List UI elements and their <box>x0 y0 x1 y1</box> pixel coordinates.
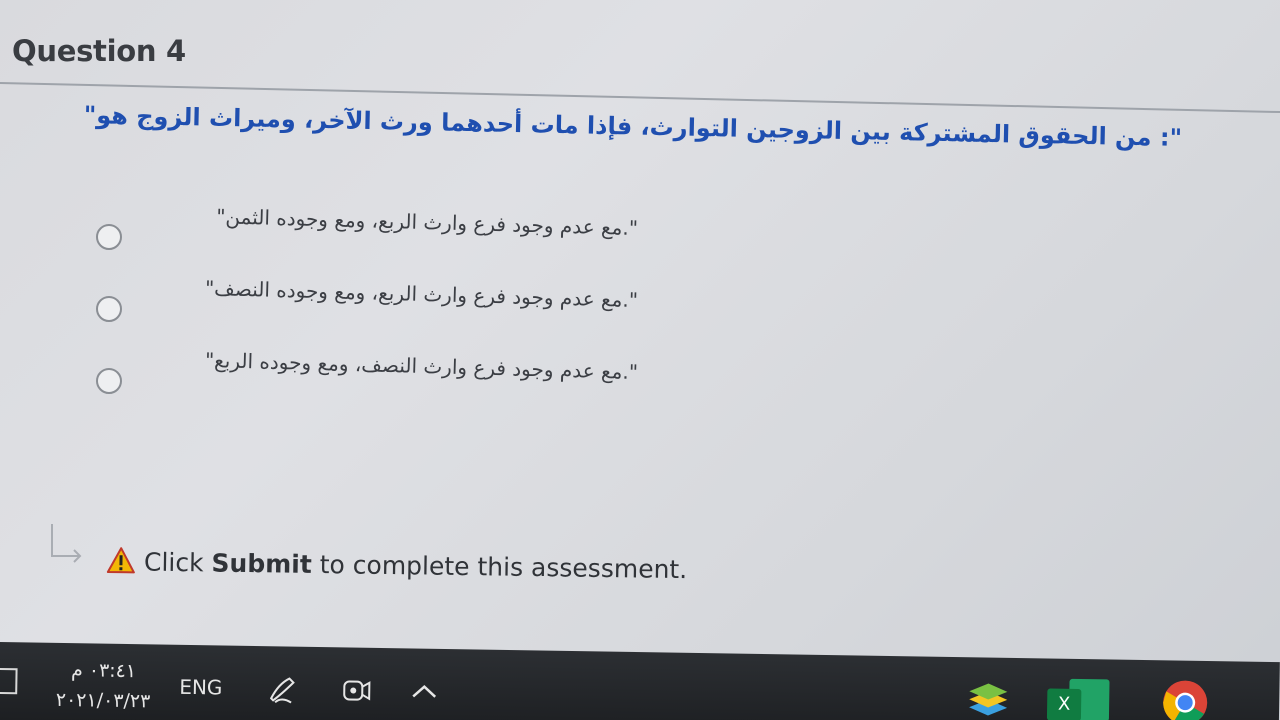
answer-option-2[interactable]: ".مع عدم وجود فرع وارث الربع، ومع وجوده … <box>96 276 656 324</box>
answer-option-3[interactable]: ".مع عدم وجود فرع وارث النصف، ومع وجوده … <box>96 348 656 396</box>
answer-option-1[interactable]: ".مع عدم وجود فرع وارث الربع، ومع وجوده … <box>96 204 656 252</box>
warning-icon <box>106 547 135 574</box>
radio-button[interactable] <box>96 368 122 394</box>
hint-arrow-icon <box>51 524 82 563</box>
excel-icon[interactable]: X <box>1046 678 1112 720</box>
radio-button[interactable] <box>96 224 122 250</box>
notice-prefix: Click <box>143 547 212 578</box>
submit-text: Submit <box>211 548 312 579</box>
taskbar: ٠٣:٤١ م ٢٠٢١/٠٣/٢٣ ENG X <box>0 642 1280 720</box>
answer-option-label: ".مع عدم وجود فرع وارث النصف، ومع وجوده … <box>204 347 639 384</box>
submit-notice: Click Submit to complete this assessment… <box>106 546 688 584</box>
meet-now-icon[interactable] <box>339 673 374 708</box>
square-icon[interactable] <box>0 667 18 695</box>
system-clock[interactable]: ٠٣:٤١ م ٢٠٢١/٠٣/٢٣ <box>43 655 164 717</box>
bluestacks-icon[interactable] <box>965 679 1012 720</box>
excel-letter: X <box>1046 688 1082 720</box>
chrome-icon[interactable] <box>1161 678 1210 720</box>
clock-time: ٠٣:٤١ م <box>70 659 137 683</box>
language-indicator[interactable]: ENG <box>179 675 222 700</box>
answer-option-label: ".مع عدم وجود فرع وارث الربع، ومع وجوده … <box>204 275 639 312</box>
question-title: Question 4 <box>12 34 186 68</box>
radio-button[interactable] <box>96 296 122 322</box>
clock-date: ٢٠٢١/٠٣/٢٣ <box>55 688 151 713</box>
pen-icon[interactable] <box>265 672 300 707</box>
chevron-up-icon[interactable] <box>407 674 442 709</box>
screen: Question 4 ": من الحقوق المشتركة بين الز… <box>0 0 1280 720</box>
notice-suffix: to complete this assessment. <box>311 549 688 585</box>
question-text: ": من الحقوق المشتركة بين الزوجين التوار… <box>83 100 1183 152</box>
answer-option-label: ".مع عدم وجود فرع وارث الربع، ومع وجوده … <box>215 204 639 240</box>
